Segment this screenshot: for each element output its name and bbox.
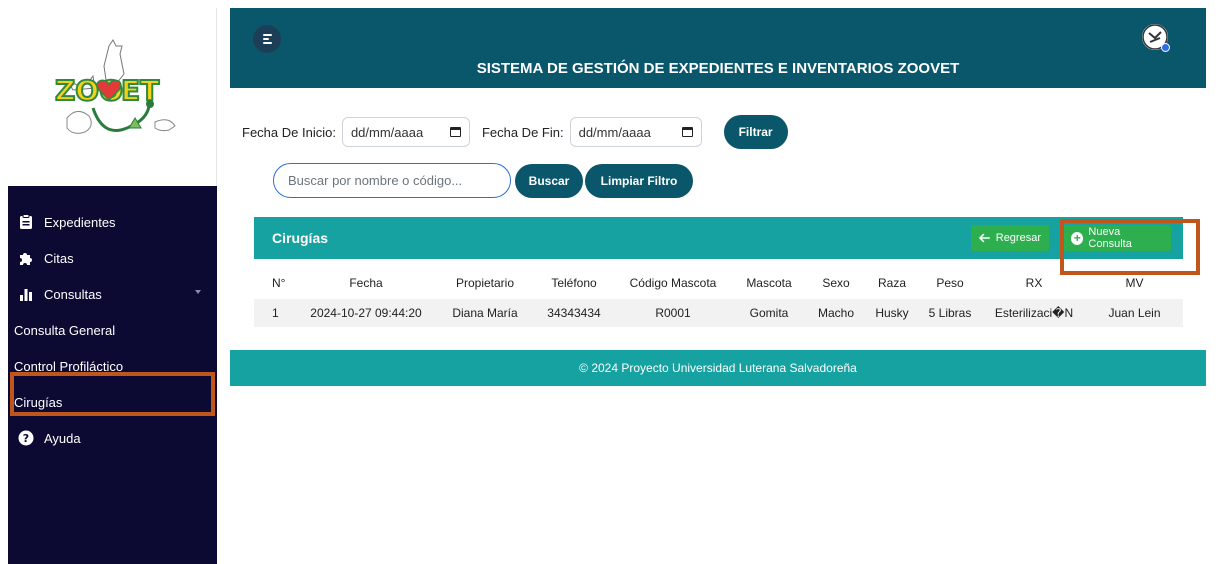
sidebar-item-citas[interactable]: Citas — [8, 240, 217, 276]
calendar-icon[interactable] — [449, 127, 461, 137]
search-row: Buscar por nombre o código... Buscar Lim… — [273, 163, 693, 198]
highlight-box-new-button — [1060, 219, 1200, 275]
search-placeholder: Buscar por nombre o código... — [288, 173, 463, 188]
svg-text:?: ? — [23, 432, 29, 445]
footer-text: © 2024 Proyecto Universidad Luterana Sal… — [579, 361, 857, 375]
app-window: ZOO ET Expedientes Citas Consultas Consu… — [8, 8, 1208, 564]
table-cell: 2024-10-27 09:44:20 — [310, 306, 422, 320]
back-button[interactable]: Regresar — [971, 225, 1049, 251]
top-bar: SISTEMA DE GESTIÓN DE EXPEDIENTES E INVE… — [230, 8, 1206, 88]
sidebar: ZOO ET Expedientes Citas Consultas Consu… — [8, 8, 217, 564]
table-cell: Macho — [817, 306, 855, 320]
calendar-icon[interactable] — [681, 127, 693, 137]
zoovet-logo-icon: ZOO ET — [54, 39, 176, 134]
back-button-label: Regresar — [995, 232, 1041, 244]
table-cell: Juan Lein — [1108, 306, 1161, 320]
start-date-input[interactable]: dd/mm/aaaa — [341, 117, 470, 147]
bar-chart-icon — [18, 286, 34, 302]
table-cell: 5 Libras — [928, 306, 972, 320]
surgeries-card: Cirugías Regresar + Nueva Consulta N° Fe… — [254, 217, 1183, 329]
sidebar-item-label: Consulta General — [14, 322, 116, 338]
table-row[interactable]: 1 2024-10-27 09:44:20 Diana María 343434… — [254, 299, 1183, 327]
table-header-row: N° Fecha Propietario Teléfono Código Mas… — [254, 267, 1183, 299]
puzzle-icon — [18, 250, 34, 266]
menu-line — [262, 42, 272, 44]
footer: © 2024 Proyecto Universidad Luterana Sal… — [230, 350, 1206, 386]
table-cell: Esterilizaci�N — [994, 306, 1074, 320]
column-header: Código Mascota — [629, 276, 717, 290]
question-circle-icon: ? — [18, 430, 34, 446]
end-date-value: dd/mm/aaaa — [578, 124, 651, 140]
date-filter-row: Fecha De Inicio: dd/mm/aaaa Fecha De Fin… — [242, 115, 788, 149]
column-header: Propietario — [455, 276, 515, 290]
logo: ZOO ET — [8, 8, 217, 186]
end-date-input[interactable]: dd/mm/aaaa — [569, 117, 702, 147]
clipboard-icon — [18, 214, 34, 230]
status-dot — [1161, 43, 1170, 52]
table-cell: R0001 — [655, 306, 691, 320]
table-cell: 1 — [272, 306, 279, 320]
highlight-box-sidebar — [10, 372, 215, 416]
clear-filter-button[interactable]: Limpiar Filtro — [585, 163, 693, 198]
search-button[interactable]: Buscar — [515, 163, 583, 198]
start-date-label: Fecha De Inicio: — [242, 124, 336, 140]
search-input[interactable]: Buscar por nombre o código... — [273, 163, 511, 198]
menu-line — [262, 38, 269, 40]
column-header: Sexo — [822, 276, 850, 290]
column-header: Mascota — [746, 276, 792, 290]
start-date-value: dd/mm/aaaa — [350, 124, 424, 140]
filter-button[interactable]: Filtrar — [723, 115, 788, 149]
end-date-label: Fecha De Fin: — [481, 124, 564, 140]
menu-line — [262, 34, 272, 36]
table-cell: 34343434 — [547, 306, 601, 320]
avatar[interactable] — [1140, 22, 1170, 52]
arrow-left-icon — [979, 233, 990, 243]
main-content: SISTEMA DE GESTIÓN DE EXPEDIENTES E INVE… — [230, 8, 1208, 564]
sidebar-item-consulta-general[interactable]: Consulta General — [8, 312, 217, 348]
sidebar-item-label: Citas — [44, 250, 74, 266]
column-header: Fecha — [349, 276, 383, 290]
surgeries-table: N° Fecha Propietario Teléfono Código Mas… — [254, 267, 1183, 327]
column-header: N° — [272, 276, 286, 290]
logo-text-et: ET — [121, 74, 159, 107]
card-header: Cirugías Regresar + Nueva Consulta — [254, 217, 1183, 259]
sidebar-item-ayuda[interactable]: ? Ayuda — [8, 420, 217, 456]
card-title: Cirugías — [272, 230, 329, 246]
table-cell: Husky — [875, 306, 909, 320]
column-header: Teléfono — [551, 276, 597, 290]
column-header: Raza — [877, 276, 906, 290]
sidebar-item-expedientes[interactable]: Expedientes — [8, 204, 217, 240]
sidebar-item-label: Consultas — [44, 286, 102, 302]
page-title: SISTEMA DE GESTIÓN DE EXPEDIENTES E INVE… — [476, 60, 960, 77]
table-cell: Diana María — [452, 306, 518, 320]
chevron-down-icon — [195, 290, 201, 294]
sidebar-nav: Expedientes Citas Consultas Consulta Gen… — [8, 204, 217, 456]
sidebar-item-label: Expedientes — [44, 214, 116, 230]
sidebar-item-consultas[interactable]: Consultas — [8, 276, 217, 312]
table-cell: Gomita — [749, 306, 789, 320]
menu-toggle-button[interactable] — [253, 25, 281, 53]
column-header: Peso — [936, 276, 964, 290]
sidebar-item-label: Ayuda — [44, 430, 81, 446]
